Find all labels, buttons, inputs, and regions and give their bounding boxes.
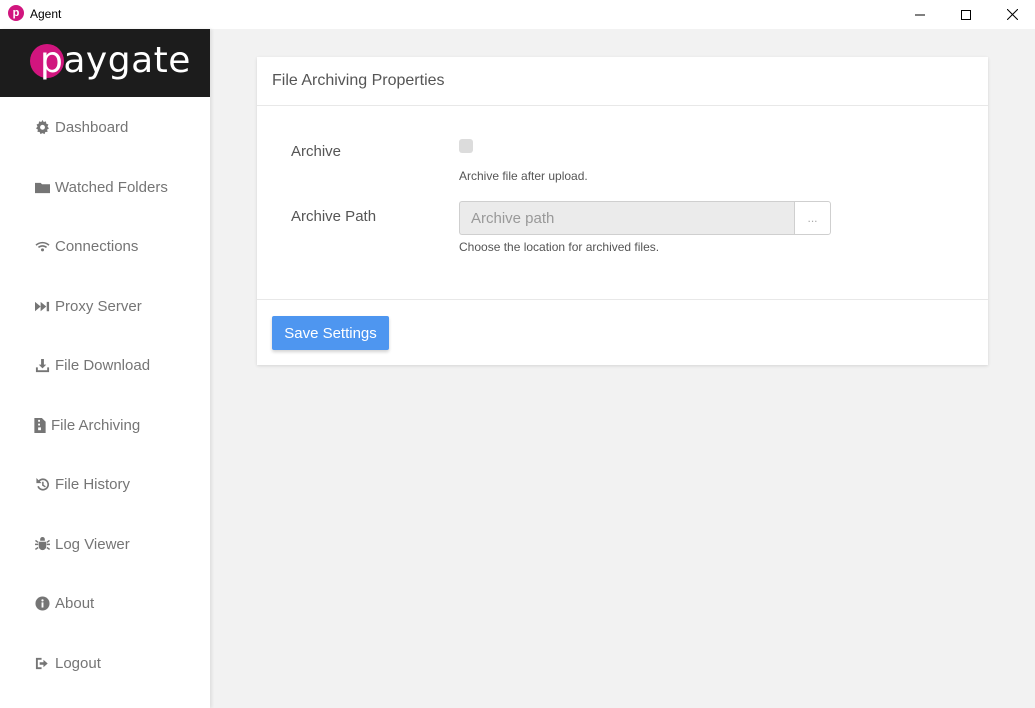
file-archiving-card: File Archiving Properties Archive Archiv…	[257, 57, 988, 365]
download-icon	[34, 357, 50, 373]
sidebar-item-watched-folders[interactable]: Watched Folders	[0, 167, 210, 207]
sidebar-item-label: Connections	[55, 237, 139, 255]
sidebar-item-label: File History	[55, 475, 131, 493]
archive-file-icon	[34, 417, 46, 433]
sidebar-item-label: Logout	[55, 654, 101, 672]
sidebar-item-label: Proxy Server	[55, 297, 142, 315]
sidebar-item-log-viewer[interactable]: Log Viewer	[0, 524, 210, 564]
maximize-button[interactable]	[943, 0, 989, 29]
sidebar-item-about[interactable]: About	[0, 583, 210, 623]
window-titlebar: p Agent	[0, 0, 1035, 29]
app-icon: p	[8, 5, 24, 21]
wifi-icon	[34, 238, 50, 254]
folder-icon	[34, 179, 50, 195]
archive-help-text: Archive file after upload.	[459, 169, 588, 183]
close-icon	[1006, 9, 1018, 20]
card-header: File Archiving Properties	[257, 57, 988, 106]
sidebar-item-label: About	[55, 594, 95, 612]
page-title: File Archiving Properties	[272, 72, 445, 89]
browse-button[interactable]: ...	[794, 201, 831, 235]
minimize-button[interactable]	[897, 0, 943, 29]
info-icon	[34, 595, 50, 611]
archive-checkbox[interactable]	[459, 139, 473, 153]
sidebar-item-dashboard[interactable]: Dashboard	[0, 107, 210, 147]
sidebar-item-file-download[interactable]: File Download	[0, 345, 210, 385]
sidebar: paygate Dashboard Watched Folders Connec…	[0, 29, 210, 708]
archive-path-help-text: Choose the location for archived files.	[459, 240, 660, 254]
logo-text: paygate	[40, 40, 191, 81]
archive-label: Archive	[291, 143, 342, 160]
sidebar-item-file-history[interactable]: File History	[0, 464, 210, 504]
archive-path-label: Archive Path	[291, 208, 377, 225]
sidebar-item-label: File Archiving	[51, 416, 141, 434]
logout-icon	[34, 655, 50, 671]
sidebar-item-logout[interactable]: Logout	[0, 643, 210, 683]
logo: paygate	[0, 29, 210, 97]
sidebar-item-label: Watched Folders	[55, 178, 168, 196]
window-title: Agent	[30, 7, 62, 21]
bug-icon	[34, 536, 50, 552]
archive-path-input[interactable]	[459, 201, 795, 235]
sidebar-item-label: Dashboard	[55, 118, 129, 136]
card-divider	[257, 299, 988, 300]
sidebar-item-connections[interactable]: Connections	[0, 226, 210, 266]
sidebar-item-label: Log Viewer	[55, 535, 130, 553]
close-button[interactable]	[989, 0, 1035, 29]
maximize-icon	[961, 9, 971, 20]
gear-icon	[34, 119, 50, 135]
sidebar-item-label: File Download	[55, 356, 151, 374]
sidebar-item-proxy-server[interactable]: Proxy Server	[0, 286, 210, 326]
save-settings-button[interactable]: Save Settings	[272, 316, 389, 350]
minimize-icon	[915, 14, 925, 15]
history-icon	[34, 476, 50, 492]
sidebar-item-file-archiving[interactable]: File Archiving	[0, 405, 210, 445]
fast-forward-icon	[34, 298, 50, 314]
